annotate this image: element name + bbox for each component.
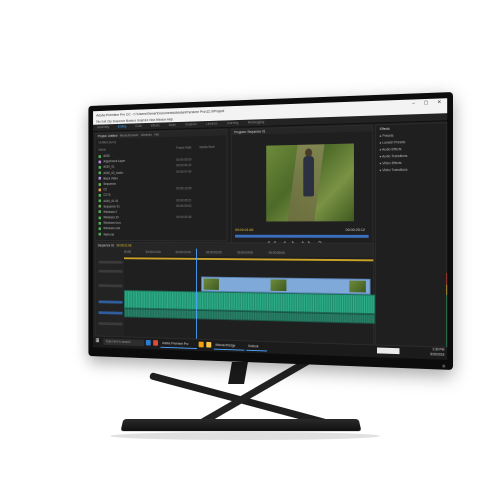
label-color-swatch [98,227,101,231]
timeline-timecode: 00:00:01:08 [116,243,132,248]
project-item-name: Wall end [103,232,115,237]
track-headers [95,248,125,338]
taskbar-search[interactable]: Type here to search [103,338,145,347]
tab-project[interactable]: Project: Untitled [98,134,118,138]
clip-thumbnail [349,280,366,293]
stand-shadow [110,432,380,440]
effects-panel: Effects ▸ Presets ▸ Lumetri Presets ▸ Au… [375,122,448,360]
project-item-name: Windows 2 [103,210,117,214]
track-header-a1[interactable] [98,300,123,304]
timeline-ruler[interactable]: 00:00 00:00:01:00 00:00:02:00 00:00:03:00 00… [124,248,374,258]
workspace-tab[interactable]: Effects [147,123,164,128]
project-item-name: A020_01 [103,165,115,170]
track-header-a3[interactable] [98,322,123,326]
label-color-swatch [98,154,101,158]
project-item-name: Sequence 01 [103,204,120,209]
stand-neck [228,362,248,384]
video-preview[interactable] [266,143,354,222]
product-photo: Adobe Premiere Pro CC - C:\Users\Owner\D… [0,0,500,500]
project-item-name: A020 [103,154,110,158]
project-item-name: A020_01 01 [103,198,119,203]
track-header-v2[interactable] [98,269,123,273]
label-color-swatch [98,205,101,208]
workspace-tab[interactable]: Graphics [181,122,201,126]
workspace-tab-active[interactable]: Editing [114,124,131,129]
label-color-swatch [98,188,101,192]
windows-start-icon[interactable]: ⊞ [95,338,101,344]
project-panel: Project: Untitled Media Browser Librarie… [94,128,228,242]
label-color-swatch [98,165,101,169]
label-color-swatch [98,193,101,197]
project-item-name: Adjustment Layer [103,159,126,164]
project-item-name: C2 [103,187,107,192]
power-led [442,364,446,368]
tab-program[interactable]: Program: Sequence 01 [234,130,265,135]
system-tray-clock[interactable]: 2:30 PM 5/20/2018 [430,347,444,357]
tab-info[interactable]: Info [154,133,159,137]
edge-icon[interactable] [145,339,151,346]
taskbar-app-edge[interactable]: Microsoft Edge [213,342,245,351]
label-color-swatch [98,177,101,180]
taskbar-app-premiere[interactable]: Adobe Premiere Pro [160,340,197,349]
track-header-a2[interactable] [98,311,123,315]
project-item-name: Windows 10 [103,215,119,220]
taskbar-app-outlook[interactable]: Outlook [246,343,268,352]
playhead[interactable] [196,248,197,340]
project-item-name: C2 01 [103,193,111,197]
workspace-tab[interactable]: Color [131,124,146,128]
label-color-swatch [98,171,101,175]
stand-base [120,419,362,432]
project-item-name: Windows reel [103,226,121,231]
project-item-name: Black Video [103,176,118,181]
label-color-swatch [98,216,101,219]
track-header-v3[interactable] [98,260,123,264]
clip-thumbnail [203,278,219,290]
label-color-swatch [98,160,101,164]
screen: Adobe Premiere Pro CC - C:\Users\Owner\D… [93,98,448,360]
label-color-swatch [98,182,101,186]
label-color-swatch [98,221,101,225]
workspace-tab[interactable]: Learning [222,121,242,125]
label-color-swatch [98,232,101,236]
project-item[interactable]: Wall end [98,232,224,238]
work-area-bar[interactable] [124,257,374,262]
monitor-timecode: 00:00:01:08 [235,227,254,232]
workspace-tab[interactable]: Audio [164,123,180,127]
tab-libraries[interactable]: Libraries [141,133,152,137]
project-item-name: A020_02_Audio [103,170,124,175]
timeline-panel: Sequence 01 00:00:01:08 00:00 00:00:01:00… [94,241,376,347]
project-item-name: Windows Icon [103,221,121,225]
monitor-duration: 00:00:20:12 [345,227,365,232]
monitor-frame: Adobe Premiere Pro CC - C:\Users\Owner\D… [88,92,453,370]
clip-thumbnail [270,279,287,292]
effects-folder[interactable]: ▸ Video Transitions [376,166,446,174]
workspace-tab[interactable]: Assembly [93,125,113,129]
monitor-scrubber[interactable] [235,234,369,238]
workspace-tab[interactable]: Libraries [202,121,222,126]
track-header-v1[interactable] [98,284,123,288]
label-color-swatch [98,210,101,214]
project-item-name: Sequence [103,181,116,186]
preview-person [303,156,314,197]
label-color-swatch [98,199,101,203]
project-item-list: A020 Adjustment Layer 00:00:05:00 A020_01 00… [95,150,226,237]
tab-media-browser[interactable]: Media Browser [120,133,139,137]
store-icon[interactable] [198,341,204,348]
notification-toast[interactable] [377,347,400,355]
tab-sequence[interactable]: Sequence 01 [98,244,114,248]
file-explorer-icon[interactable] [206,341,212,348]
workspace-tab[interactable]: Metalogging [244,120,269,125]
chrome-icon[interactable] [153,340,159,346]
program-monitor: Program: Sequence 01 00:00:01:08 00:00:2… [230,124,374,254]
